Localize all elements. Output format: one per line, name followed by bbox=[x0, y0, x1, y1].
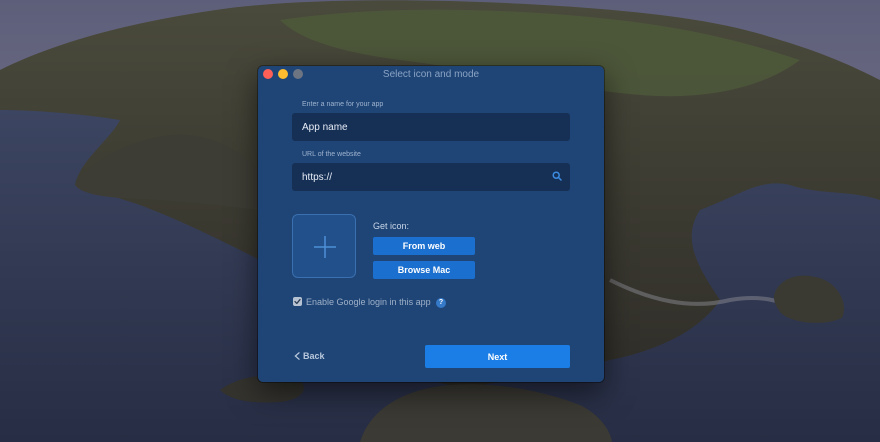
back-button-label: Back bbox=[303, 351, 325, 361]
app-name-label: Enter a name for your app bbox=[302, 101, 384, 108]
window-title: Select icon and mode bbox=[382, 69, 480, 80]
next-button[interactable]: Next bbox=[425, 345, 570, 368]
url-input[interactable] bbox=[302, 171, 560, 183]
checkmark-icon bbox=[294, 298, 301, 305]
url-label: URL of the website bbox=[302, 151, 361, 158]
app-name-field-container bbox=[292, 113, 570, 141]
from-web-button[interactable]: From web bbox=[373, 237, 475, 255]
google-login-checkbox[interactable] bbox=[293, 297, 302, 306]
title-bar[interactable]: Select icon and mode bbox=[258, 66, 604, 84]
browse-mac-button[interactable]: Browse Mac bbox=[373, 261, 475, 279]
app-name-input[interactable] bbox=[302, 121, 560, 133]
plus-icon bbox=[314, 236, 336, 258]
back-button[interactable]: Back bbox=[294, 351, 325, 361]
get-icon-label: Get icon: bbox=[373, 221, 410, 231]
url-field-container bbox=[292, 163, 570, 191]
chevron-left-icon bbox=[294, 352, 300, 360]
app-window: Select icon and mode Enter a name for yo… bbox=[258, 66, 604, 382]
search-icon[interactable] bbox=[552, 171, 562, 181]
google-login-label[interactable]: Enable Google login in this app bbox=[306, 297, 431, 307]
help-icon[interactable]: ? bbox=[436, 298, 446, 308]
icon-drop-area[interactable] bbox=[292, 214, 356, 278]
